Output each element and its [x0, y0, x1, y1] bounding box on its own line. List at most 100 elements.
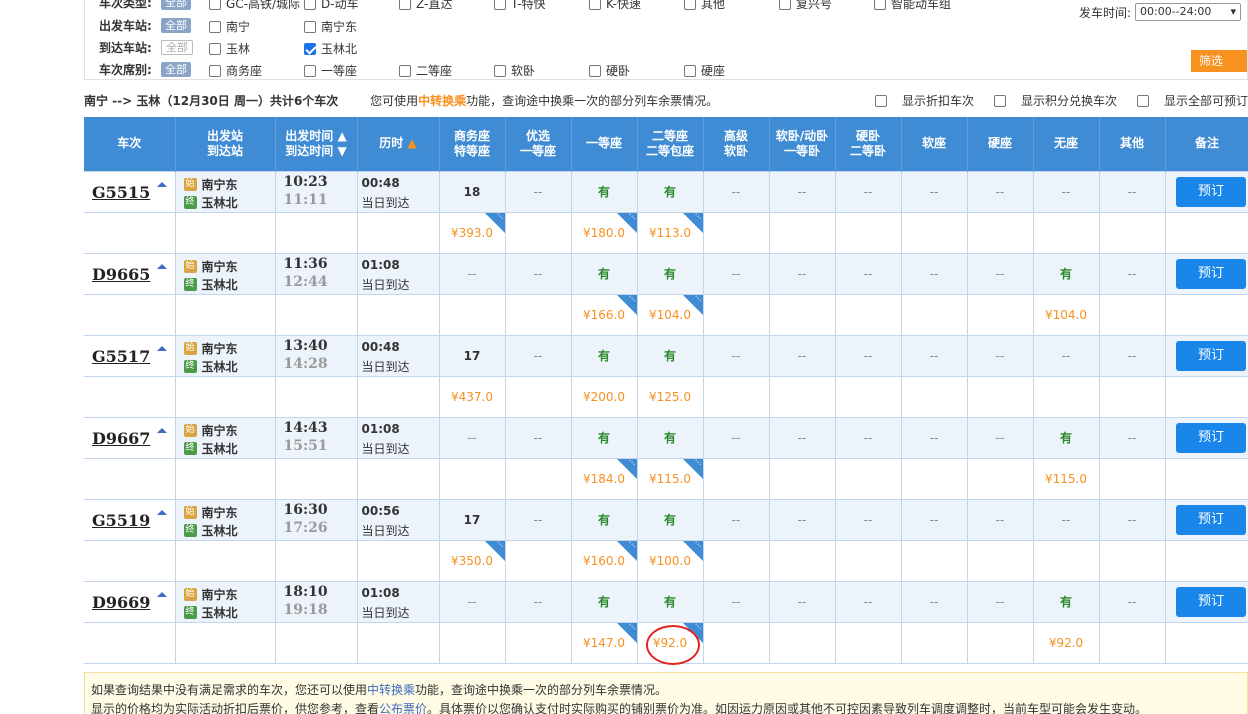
seat-cell-premium[interactable]: --: [504, 580, 572, 623]
from-station[interactable]: 始南宁东: [183, 176, 238, 193]
seat-cell-hardseat[interactable]: --: [966, 170, 1034, 213]
from-station[interactable]: 始南宁东: [183, 422, 238, 439]
seat-cell-soft[interactable]: --: [768, 498, 836, 541]
seat-cell-hard[interactable]: --: [834, 498, 902, 541]
seat-cell-business[interactable]: 17: [438, 334, 506, 377]
seat-cell-other[interactable]: --: [1098, 498, 1166, 541]
seat-cell-hardseat[interactable]: --: [966, 252, 1034, 295]
checkbox[interactable]: [1136, 94, 1149, 107]
sort-up-icon[interactable]: ▲: [337, 129, 346, 143]
type-option-other[interactable]: 其他: [684, 0, 725, 12]
seat-cell-other[interactable]: --: [1098, 416, 1166, 459]
seat-cell-softseat[interactable]: --: [900, 416, 968, 459]
seat-cell-other[interactable]: --: [1098, 580, 1166, 623]
checkbox[interactable]: [209, 20, 221, 33]
checkbox[interactable]: [874, 94, 887, 107]
to-station[interactable]: 终玉林北: [183, 440, 238, 457]
train-number-link[interactable]: D9665: [92, 265, 150, 284]
expand-stops-icon[interactable]: [156, 345, 167, 351]
seat-cell-soft[interactable]: --: [768, 334, 836, 377]
type-option-gc[interactable]: GC-高铁/城际: [209, 0, 300, 12]
expand-stops-icon[interactable]: [156, 509, 167, 515]
sort-down-icon[interactable]: ▼: [337, 144, 346, 158]
checkbox[interactable]: [589, 64, 601, 77]
seat-cell-hsoft[interactable]: --: [702, 334, 770, 377]
seat-cell-softseat[interactable]: --: [900, 170, 968, 213]
checkbox[interactable]: [304, 20, 316, 33]
seat-cell-hard[interactable]: --: [834, 252, 902, 295]
seat-cell-soft[interactable]: --: [768, 580, 836, 623]
seat-cell-second[interactable]: 有: [636, 416, 704, 459]
seat-cell-hard[interactable]: --: [834, 416, 902, 459]
show-points-option[interactable]: 显示积分兑换车次: [984, 92, 1117, 109]
type-option-d[interactable]: D-动车: [304, 0, 359, 12]
seat-cell-hard[interactable]: --: [834, 580, 902, 623]
discount-corner-icon[interactable]: [616, 622, 637, 643]
seat-all-button[interactable]: 全部: [161, 61, 191, 77]
transfer-link[interactable]: 中转换乘: [367, 683, 415, 697]
expand-stops-icon[interactable]: [156, 263, 167, 269]
seat-cell-hsoft[interactable]: --: [702, 170, 770, 213]
seat-cell-first[interactable]: 有: [570, 252, 638, 295]
checkbox[interactable]: [874, 0, 886, 10]
to-all-button[interactable]: 全部: [161, 39, 193, 55]
discount-corner-icon[interactable]: [616, 458, 637, 479]
seat-cell-premium[interactable]: --: [504, 170, 572, 213]
seat-cell-softseat[interactable]: --: [900, 334, 968, 377]
book-button[interactable]: 预订: [1176, 258, 1246, 289]
discount-corner-icon[interactable]: [484, 212, 505, 233]
seat-cell-other[interactable]: --: [1098, 170, 1166, 213]
expand-stops-icon[interactable]: [156, 427, 167, 433]
seat-cell-softseat[interactable]: --: [900, 498, 968, 541]
expand-stops-icon[interactable]: [156, 181, 167, 187]
from-station[interactable]: 始南宁东: [183, 258, 238, 275]
book-button[interactable]: 预订: [1176, 504, 1246, 535]
checkbox[interactable]: [399, 64, 411, 77]
seat-option-softsleeper[interactable]: 软卧: [494, 62, 535, 79]
seat-cell-first[interactable]: 有: [570, 498, 638, 541]
checkbox[interactable]: [304, 0, 316, 10]
seat-cell-soft[interactable]: --: [768, 416, 836, 459]
seat-cell-soft[interactable]: --: [768, 252, 836, 295]
from-station[interactable]: 始南宁东: [183, 504, 238, 521]
book-button[interactable]: 预订: [1176, 422, 1246, 453]
checkbox[interactable]: [209, 42, 221, 55]
seat-cell-hsoft[interactable]: --: [702, 416, 770, 459]
train-number-link[interactable]: G5519: [92, 511, 150, 530]
discount-corner-icon[interactable]: [484, 540, 505, 561]
seat-cell-softseat[interactable]: --: [900, 252, 968, 295]
type-option-k[interactable]: K-快速: [589, 0, 641, 12]
type-option-fuxing[interactable]: 复兴号: [779, 0, 832, 12]
seat-cell-noseat[interactable]: --: [1032, 170, 1100, 213]
checkbox[interactable]: [684, 0, 696, 10]
seat-cell-hsoft[interactable]: --: [702, 252, 770, 295]
to-station[interactable]: 终玉林北: [183, 276, 238, 293]
expand-stops-icon[interactable]: [156, 591, 167, 597]
checkbox[interactable]: [684, 64, 696, 77]
checkbox[interactable]: [993, 94, 1006, 107]
train-number-link[interactable]: G5515: [92, 183, 150, 202]
from-station[interactable]: 始南宁东: [183, 586, 238, 603]
seat-cell-noseat[interactable]: --: [1032, 334, 1100, 377]
discount-corner-icon[interactable]: [616, 540, 637, 561]
filter-button[interactable]: 筛选: [1191, 50, 1247, 72]
seat-cell-hardseat[interactable]: --: [966, 334, 1034, 377]
show-discount-option[interactable]: 显示折扣车次: [865, 92, 974, 109]
checkbox[interactable]: [304, 64, 316, 77]
seat-cell-noseat[interactable]: 有: [1032, 580, 1100, 623]
checkbox[interactable]: [779, 0, 791, 10]
checkbox[interactable]: [209, 0, 221, 10]
discount-corner-icon[interactable]: [682, 458, 703, 479]
seat-option-hardsleeper[interactable]: 硬卧: [589, 62, 630, 79]
seat-cell-premium[interactable]: --: [504, 252, 572, 295]
to-station[interactable]: 终玉林北: [183, 194, 238, 211]
seat-cell-first[interactable]: 有: [570, 170, 638, 213]
seat-cell-noseat[interactable]: --: [1032, 498, 1100, 541]
seat-cell-noseat[interactable]: 有: [1032, 416, 1100, 459]
train-number-link[interactable]: D9667: [92, 429, 150, 448]
seat-cell-business[interactable]: --: [438, 580, 506, 623]
seat-cell-second[interactable]: 有: [636, 498, 704, 541]
train-number-link[interactable]: D9669: [92, 593, 150, 612]
from-station[interactable]: 始南宁东: [183, 340, 238, 357]
checkbox[interactable]: [399, 0, 411, 10]
